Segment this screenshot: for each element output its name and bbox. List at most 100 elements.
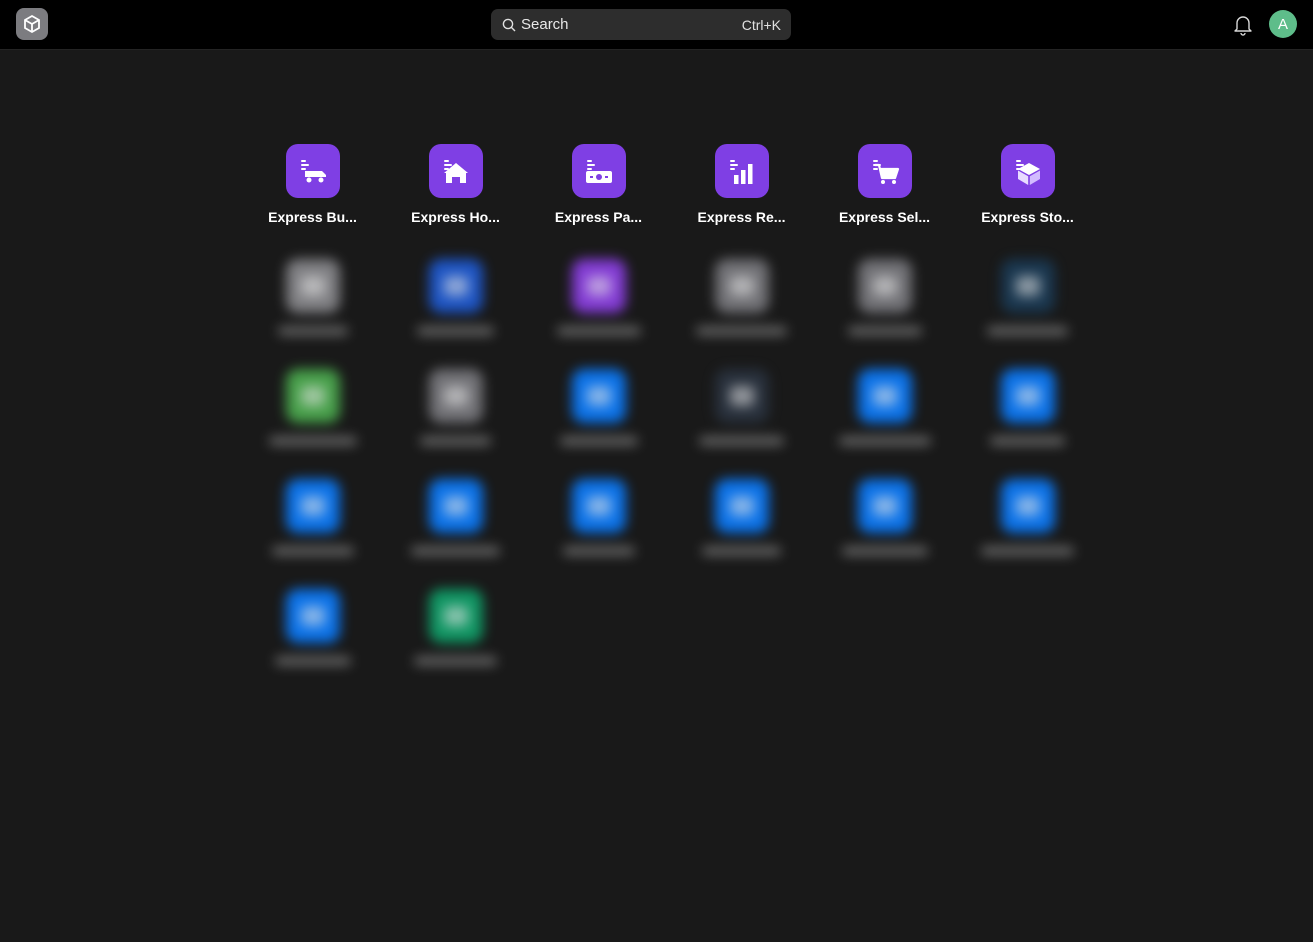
app-label-placeholder (271, 547, 354, 555)
app-glyph (300, 606, 325, 626)
app-glyph (443, 386, 468, 406)
app-tile (714, 144, 769, 198)
app-tile (1000, 369, 1055, 423)
app-tile (428, 479, 483, 533)
app-glyph (872, 276, 897, 296)
delivery-truck-icon (300, 160, 326, 183)
app-label-placeholder (702, 547, 781, 555)
app-glyph (443, 606, 468, 626)
app-glyph (1015, 276, 1040, 296)
avatar[interactable]: A (1269, 10, 1297, 38)
app-tile (857, 479, 912, 533)
app-blurred-11[interactable] (956, 369, 1099, 445)
app-label-placeholder (987, 327, 1068, 335)
app-tile (571, 144, 626, 198)
box-icon (1015, 160, 1040, 185)
app-label-placeholder (274, 657, 351, 665)
app-blurred-9[interactable] (670, 369, 813, 445)
app-blurred-19[interactable] (384, 589, 527, 665)
app-express-home[interactable]: Express Ho... (384, 144, 527, 225)
app-blurred-4[interactable] (813, 259, 956, 335)
app-blurred-18[interactable] (241, 589, 384, 665)
app-tile (285, 589, 340, 643)
app-tile (857, 259, 912, 313)
app-label-placeholder (838, 437, 931, 445)
app-express-buying[interactable]: Express Bu... (241, 144, 384, 225)
app-glyph (300, 386, 325, 406)
app-tile (428, 144, 483, 198)
app-express-payments[interactable]: Express Pa... (527, 144, 670, 225)
app-blurred-12[interactable] (241, 479, 384, 555)
app-blurred-8[interactable] (527, 369, 670, 445)
app-tile (285, 479, 340, 533)
app-blurred-5[interactable] (956, 259, 1099, 335)
app-tile (714, 479, 769, 533)
app-glyph (872, 496, 897, 516)
app-tile (285, 144, 340, 198)
app-blurred-2[interactable] (527, 259, 670, 335)
app-express-stock[interactable]: Express Sto... (956, 144, 1099, 225)
app-label-placeholder (981, 547, 1074, 555)
search-icon (502, 18, 516, 31)
app-blurred-17[interactable] (956, 479, 1099, 555)
app-label-placeholder (268, 437, 357, 445)
app-blurred-3[interactable] (670, 259, 813, 335)
app-blurred-16[interactable] (813, 479, 956, 555)
app-blurred-0[interactable] (241, 259, 384, 335)
app-grid: Express Bu... Express Ho... Express Pa..… (241, 144, 1101, 665)
app-express-selling[interactable]: Express Sel... (813, 144, 956, 225)
app-label: Express Bu... (268, 209, 357, 225)
app-tile (571, 479, 626, 533)
home-icon (443, 160, 468, 183)
app-blurred-1[interactable] (384, 259, 527, 335)
app-glyph (1015, 386, 1040, 406)
app-label: Express Pa... (554, 209, 643, 225)
search-bar[interactable]: Search Ctrl+K (491, 9, 791, 40)
app-label-placeholder (414, 657, 497, 665)
app-glyph (443, 496, 468, 516)
app-label: Express Re... (697, 209, 786, 225)
app-tile (571, 259, 626, 313)
app-blurred-6[interactable] (241, 369, 384, 445)
app-tile (428, 589, 483, 643)
search-shortcut: Ctrl+K (741, 16, 781, 33)
app-tile (1000, 259, 1055, 313)
bell-icon[interactable] (1233, 14, 1253, 36)
app-tile (285, 259, 340, 313)
app-label-placeholder (562, 547, 635, 555)
shopping-cart-icon (872, 160, 899, 184)
app-label-placeholder (277, 327, 348, 335)
app-label-placeholder (841, 547, 928, 555)
app-blurred-13[interactable] (384, 479, 527, 555)
app-blurred-15[interactable] (670, 479, 813, 555)
search-label: Search (521, 16, 569, 33)
app-label-placeholder (696, 327, 787, 335)
app-label-placeholder (699, 437, 784, 445)
app-glyph (300, 276, 325, 296)
app-glyph (300, 496, 325, 516)
app-tile (1000, 144, 1055, 198)
app-label-placeholder (990, 437, 1065, 445)
app-tile (714, 259, 769, 313)
app-blurred-10[interactable] (813, 369, 956, 445)
app-glyph (872, 386, 897, 406)
app-tile (714, 369, 769, 423)
app-glyph (586, 496, 611, 516)
cube-icon[interactable] (16, 8, 48, 40)
app-label: Express Sel... (838, 209, 931, 225)
top-bar: Search Ctrl+K A (0, 0, 1313, 50)
app-express-reports[interactable]: Express Re... (670, 144, 813, 225)
app-label-placeholder (559, 437, 638, 445)
app-tile (1000, 479, 1055, 533)
app-tile (571, 369, 626, 423)
app-label-placeholder (556, 327, 641, 335)
app-tile (857, 144, 912, 198)
app-glyph (729, 276, 754, 296)
app-blurred-14[interactable] (527, 479, 670, 555)
app-glyph (586, 386, 611, 406)
app-tile (428, 369, 483, 423)
app-tile (285, 369, 340, 423)
app-blurred-7[interactable] (384, 369, 527, 445)
app-glyph (729, 386, 754, 406)
app-label: Express Sto... (981, 209, 1074, 225)
